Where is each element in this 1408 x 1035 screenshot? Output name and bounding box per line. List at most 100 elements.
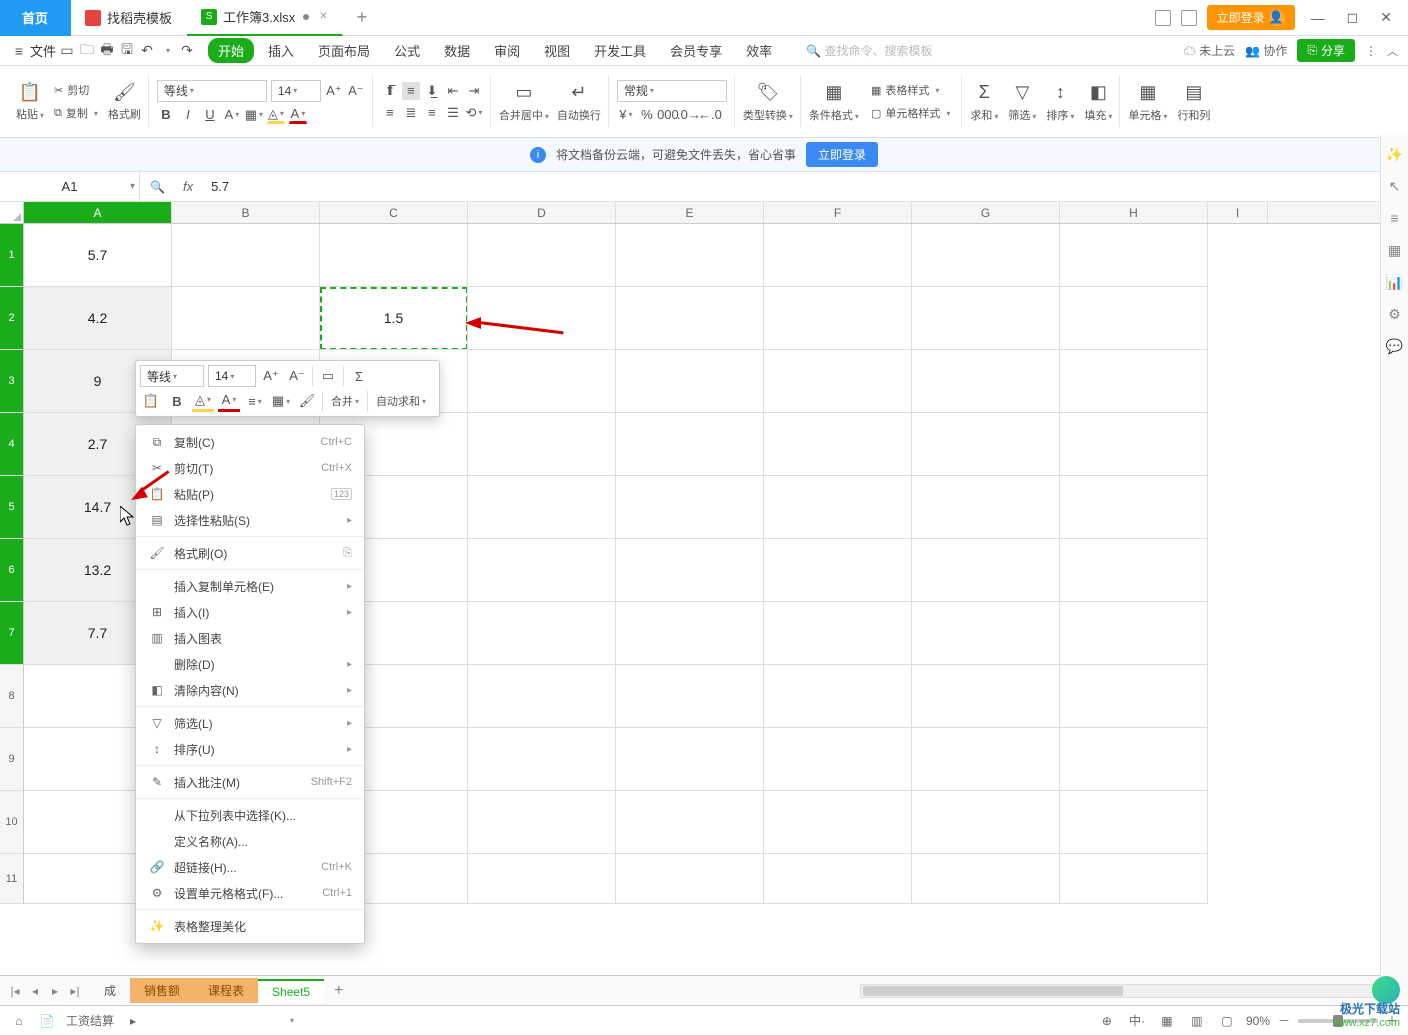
- cell-F4[interactable]: [764, 413, 912, 476]
- sum-button[interactable]: Σ求和: [970, 81, 998, 123]
- ctx-filter[interactable]: ▽筛选(L)▸: [136, 710, 364, 736]
- scrollbar-thumb[interactable]: [863, 986, 1123, 996]
- mini-painter-button[interactable]: 🖌: [296, 390, 318, 412]
- cell-H7[interactable]: [1060, 602, 1208, 665]
- align-right-icon[interactable]: ≡: [423, 104, 441, 122]
- cell-A1[interactable]: 5.7: [24, 224, 172, 287]
- col-header-D[interactable]: D: [468, 202, 616, 223]
- add-tab[interactable]: +: [343, 0, 383, 36]
- side-chart-icon[interactable]: 📊: [1386, 273, 1404, 291]
- ctx-sort[interactable]: ↕排序(U)▸: [136, 736, 364, 762]
- row-header-8[interactable]: 8: [0, 665, 24, 728]
- cell-B1[interactable]: [172, 224, 320, 287]
- cell-A2[interactable]: 4.2: [24, 287, 172, 350]
- dec-inc-icon[interactable]: .0→: [680, 106, 698, 124]
- row-header-6[interactable]: 6: [0, 539, 24, 602]
- col-header-A[interactable]: A: [24, 202, 172, 223]
- cell-D6[interactable]: [468, 539, 616, 602]
- menu-review[interactable]: 审阅: [484, 38, 530, 63]
- cell-H6[interactable]: [1060, 539, 1208, 602]
- cell-D1[interactable]: [468, 224, 616, 287]
- sheet-prev-icon[interactable]: ◂: [26, 984, 44, 998]
- cond-format-button[interactable]: ▦条件格式: [809, 81, 859, 123]
- close-window-button[interactable]: ✕: [1374, 9, 1398, 26]
- mini-fontcolor-button[interactable]: A: [218, 390, 240, 412]
- cell-G10[interactable]: [912, 791, 1060, 854]
- sheet-tab-sheet5[interactable]: Sheet5: [258, 979, 324, 1003]
- cell-style-button[interactable]: ▢单元格样式: [867, 103, 954, 123]
- side-settings-icon[interactable]: ≡: [1386, 209, 1404, 227]
- sheet-tab-sales[interactable]: 销售额: [130, 978, 194, 1003]
- cell-F9[interactable]: [764, 728, 912, 791]
- mini-font-select[interactable]: 等线: [140, 365, 204, 387]
- cell-C2[interactable]: 1.5: [320, 287, 468, 350]
- ctx-table-beautify[interactable]: ✨表格整理美化: [136, 913, 364, 939]
- border-button[interactable]: ▦: [245, 106, 263, 124]
- sort-button[interactable]: ↕排序: [1046, 81, 1074, 123]
- cell-button[interactable]: ▦单元格: [1128, 81, 1167, 123]
- cell-D8[interactable]: [468, 665, 616, 728]
- mini-sum-icon[interactable]: Σ: [348, 365, 370, 387]
- close-tab-icon[interactable]: ✕: [319, 11, 327, 22]
- print-icon[interactable]: 🖫: [118, 42, 136, 60]
- mini-bold-button[interactable]: B: [166, 390, 188, 412]
- chevron-down-icon[interactable]: ▾: [130, 181, 135, 192]
- redo-icon[interactable]: ↷: [178, 42, 196, 60]
- cell-H1[interactable]: [1060, 224, 1208, 287]
- percent-icon[interactable]: %: [638, 106, 656, 124]
- login-button[interactable]: 立即登录👤: [1207, 5, 1295, 30]
- undo-icon[interactable]: ↶: [138, 42, 156, 60]
- ctx-format-cells[interactable]: ⚙设置单元格格式(F)...Ctrl+1: [136, 880, 364, 906]
- ctx-paste-special[interactable]: ▤选择性粘贴(S)▸: [136, 507, 364, 533]
- row-header-4[interactable]: 4: [0, 413, 24, 476]
- ime-icon[interactable]: ⊕: [1096, 1012, 1118, 1030]
- cell-D10[interactable]: [468, 791, 616, 854]
- home-tab[interactable]: 首页: [0, 0, 71, 36]
- cell-C1[interactable]: [320, 224, 468, 287]
- table-style-button[interactable]: ▦表格样式: [867, 80, 954, 100]
- file-menu[interactable]: 文件: [30, 41, 56, 60]
- cell-H8[interactable]: [1060, 665, 1208, 728]
- cell-E11[interactable]: [616, 854, 764, 904]
- cell-F7[interactable]: [764, 602, 912, 665]
- cell-H10[interactable]: [1060, 791, 1208, 854]
- cell-G9[interactable]: [912, 728, 1060, 791]
- cell-D11[interactable]: [468, 854, 616, 904]
- painter-ex-icon[interactable]: ⎘: [343, 547, 352, 560]
- ctx-comment[interactable]: ✎插入批注(M)Shift+F2: [136, 769, 364, 795]
- undo-dd[interactable]: [158, 42, 176, 60]
- currency-icon[interactable]: ¥: [617, 106, 635, 124]
- zoom-out-icon[interactable]: －: [1278, 1012, 1290, 1029]
- cell-E6[interactable]: [616, 539, 764, 602]
- cell-F2[interactable]: [764, 287, 912, 350]
- row-header-1[interactable]: 1: [0, 224, 24, 287]
- minimize-button[interactable]: —: [1305, 10, 1331, 26]
- zoom-fx-icon[interactable]: 🔍: [140, 180, 175, 194]
- workbook-tab[interactable]: S工作簿3.xlsx✕: [187, 0, 343, 36]
- cell-E3[interactable]: [616, 350, 764, 413]
- sheet-last-icon[interactable]: ▸|: [66, 984, 84, 998]
- wrap-text-button[interactable]: ↵自动换行: [557, 81, 601, 123]
- bold-button[interactable]: B: [157, 106, 175, 124]
- fill-color-button[interactable]: ◬: [267, 106, 285, 124]
- docker-tab[interactable]: 找稻壳模板: [71, 0, 187, 36]
- type-convert-button[interactable]: 🏷类型转换: [743, 81, 793, 123]
- indent-inc-icon[interactable]: ⇥: [465, 82, 483, 100]
- italic-button[interactable]: I: [179, 106, 197, 124]
- thousands-icon[interactable]: 000: [659, 106, 677, 124]
- view-pagelayout-icon[interactable]: ▥: [1186, 1012, 1208, 1030]
- status-salary-label[interactable]: 工资结算: [66, 1012, 114, 1029]
- cell-H4[interactable]: [1060, 413, 1208, 476]
- format-painter-button[interactable]: 🖌格式刷: [108, 80, 141, 122]
- cell-E9[interactable]: [616, 728, 764, 791]
- font-name-select[interactable]: 等线: [157, 80, 267, 102]
- font-grow-icon[interactable]: A⁺: [325, 82, 343, 100]
- side-tools-icon[interactable]: ⚙: [1386, 305, 1404, 323]
- cell-F3[interactable]: [764, 350, 912, 413]
- cell-G5[interactable]: [912, 476, 1060, 539]
- cell-G11[interactable]: [912, 854, 1060, 904]
- add-sheet-button[interactable]: +: [324, 978, 353, 1004]
- menu-icon[interactable]: ≡: [10, 42, 28, 60]
- status-salary-icon[interactable]: 📄: [38, 1012, 56, 1030]
- cell-D3[interactable]: [468, 350, 616, 413]
